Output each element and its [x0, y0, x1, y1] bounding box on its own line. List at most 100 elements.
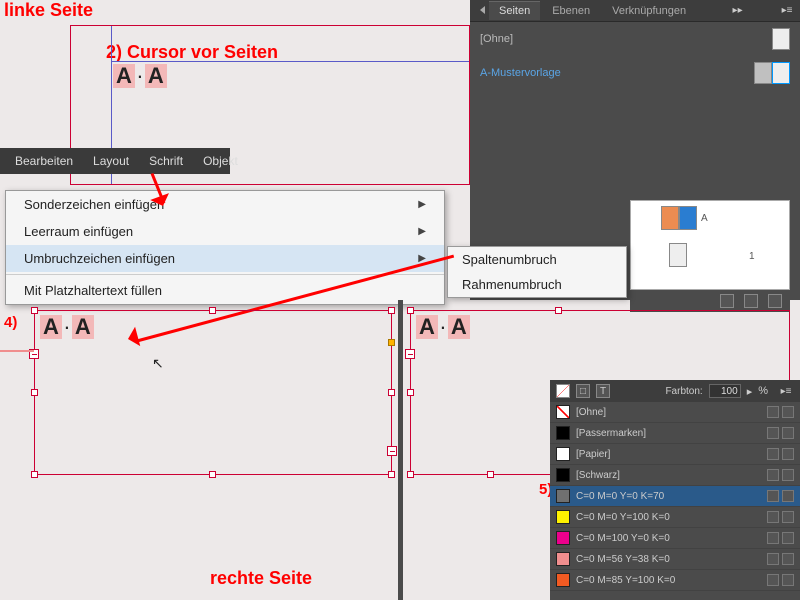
page-thumb-a-right[interactable]: [679, 206, 697, 230]
page-thumb-right[interactable]: [772, 62, 790, 84]
out-port[interactable]: [387, 446, 397, 456]
frame-handle[interactable]: [407, 389, 414, 396]
swatches-list: [Ohne][Passermarken][Papier][Schwarz]C=0…: [550, 402, 800, 591]
page-marker-block: A · A: [113, 63, 167, 89]
tint-label: Farbton:: [665, 386, 702, 397]
swatch-type-icons: [767, 490, 794, 502]
pane-divider[interactable]: [398, 300, 403, 600]
menu-layout[interactable]: Layout: [83, 150, 139, 172]
swatch-type-icons: [767, 448, 794, 460]
swatch-type-icons: [767, 574, 794, 586]
swatch-chip: [556, 573, 570, 587]
bullet-icon: ·: [438, 314, 448, 340]
context-menu: Sonderzeichen einfügen▶ Leerraum einfüge…: [5, 190, 445, 305]
page-thumb-1[interactable]: [669, 243, 687, 267]
ctx-umbruchzeichen[interactable]: Umbruchzeichen einfügen▶: [6, 245, 444, 272]
swatch-row[interactable]: [Ohne]: [550, 402, 800, 423]
swatch-chip: [556, 447, 570, 461]
double-arrow-icon[interactable]: ▸▸: [730, 5, 746, 16]
panel-tabs: Seiten Ebenen Verknüpfungen ▸▸ ▸≡: [470, 0, 800, 22]
frame-handle[interactable]: [31, 389, 38, 396]
pages-spread[interactable]: [661, 206, 697, 230]
frame-handle-active[interactable]: [388, 339, 395, 346]
collapse-icon[interactable]: [475, 6, 485, 16]
flyout-menu-icon[interactable]: ▸≡: [779, 5, 795, 16]
swatch-name: C=0 M=100 Y=0 K=0: [576, 533, 761, 544]
swatch-row[interactable]: [Schwarz]: [550, 465, 800, 486]
trash-icon[interactable]: [768, 294, 782, 308]
fill-stroke-icon[interactable]: [556, 384, 570, 398]
tint-arrow-icon[interactable]: ▸: [747, 385, 753, 398]
frame-handle[interactable]: [209, 471, 216, 478]
menu-bar: Bearbeiten Layout Schrift Objekt: [0, 148, 230, 174]
swatch-row[interactable]: C=0 M=56 Y=38 K=0: [550, 549, 800, 570]
ctx-leerraum[interactable]: Leerraum einfügen▶: [6, 218, 444, 245]
page-marker-a: A: [448, 315, 470, 339]
page-thumb[interactable]: [772, 28, 790, 50]
swatch-chip: [556, 489, 570, 503]
page-thumb-a-left[interactable]: [661, 206, 679, 230]
swatch-name: C=0 M=85 Y=100 K=0: [576, 575, 761, 586]
container-format-icon[interactable]: □: [576, 384, 590, 398]
frame-handle[interactable]: [388, 389, 395, 396]
context-submenu: Spaltenumbruch Rahmenumbruch: [447, 246, 627, 298]
swatch-row[interactable]: C=0 M=0 Y=100 K=0: [550, 507, 800, 528]
swatch-row[interactable]: C=0 M=100 Y=0 K=0: [550, 528, 800, 549]
tab-verknuepfungen[interactable]: Verknüpfungen: [602, 2, 696, 20]
pages-single[interactable]: [669, 243, 687, 267]
menu-bearbeiten[interactable]: Bearbeiten: [5, 150, 83, 172]
flyout-menu-icon[interactable]: ▸≡: [778, 386, 794, 397]
menu-schrift[interactable]: Schrift: [139, 150, 193, 172]
spread-thumb[interactable]: [754, 62, 790, 84]
frame-handle[interactable]: [407, 307, 414, 314]
swatch-chip: [556, 426, 570, 440]
swatch-row[interactable]: C=0 M=85 Y=100 K=0: [550, 570, 800, 591]
ctx-sonderzeichen[interactable]: Sonderzeichen einfügen▶: [6, 191, 444, 218]
page-marker-a: A: [416, 315, 438, 339]
frame-handle[interactable]: [555, 307, 562, 314]
chevron-right-icon: ▶: [418, 226, 426, 237]
frame-handle[interactable]: [31, 307, 38, 314]
menu-objekt[interactable]: Objekt: [193, 150, 248, 172]
submenu-spaltenumbruch[interactable]: Spaltenumbruch: [448, 247, 626, 272]
guide-horizontal: [111, 61, 469, 62]
page-marker-a: A: [113, 64, 135, 88]
swatch-row[interactable]: [Papier]: [550, 444, 800, 465]
frame-handle[interactable]: [388, 471, 395, 478]
frame-handle[interactable]: [209, 307, 216, 314]
swatch-name: [Papier]: [576, 449, 761, 460]
tab-seiten[interactable]: Seiten: [489, 1, 540, 20]
edit-page-icon[interactable]: [720, 294, 734, 308]
in-port[interactable]: [405, 349, 415, 359]
page-marker-block: A · A: [416, 314, 470, 340]
annotation-4: 4): [4, 314, 17, 331]
swatch-chip: [556, 468, 570, 482]
page-marker-a: A: [72, 315, 94, 339]
page-label-1: 1: [749, 251, 755, 262]
page-thumb-left[interactable]: [754, 62, 772, 84]
frame-handle[interactable]: [407, 471, 414, 478]
page-marker-block: A · A: [40, 314, 94, 340]
ctx-platzhaltertext[interactable]: Mit Platzhaltertext füllen: [6, 277, 444, 304]
tab-ebenen[interactable]: Ebenen: [542, 2, 600, 20]
annotation-rechte-seite: rechte Seite: [210, 568, 312, 589]
swatch-type-icons: [767, 532, 794, 544]
swatch-row[interactable]: [Passermarken]: [550, 423, 800, 444]
frame-handle[interactable]: [487, 471, 494, 478]
swatch-name: [Passermarken]: [576, 428, 761, 439]
frame-handle[interactable]: [388, 307, 395, 314]
master-none-row[interactable]: [Ohne]: [470, 22, 800, 56]
page-label-a: A: [701, 213, 708, 224]
submenu-rahmenumbruch[interactable]: Rahmenumbruch: [448, 272, 626, 297]
thread-line: [0, 350, 34, 352]
frame-handle[interactable]: [31, 471, 38, 478]
swatch-chip: [556, 405, 570, 419]
swatch-row[interactable]: C=0 M=0 Y=0 K=70: [550, 486, 800, 507]
pages-list: A 1: [630, 200, 790, 290]
master-a-row[interactable]: A-Mustervorlage: [470, 56, 800, 90]
new-page-icon[interactable]: [744, 294, 758, 308]
swatch-type-icons: [767, 511, 794, 523]
text-format-icon[interactable]: T: [596, 384, 610, 398]
tint-input[interactable]: [709, 384, 741, 398]
master-none-label: [Ohne]: [480, 33, 513, 45]
